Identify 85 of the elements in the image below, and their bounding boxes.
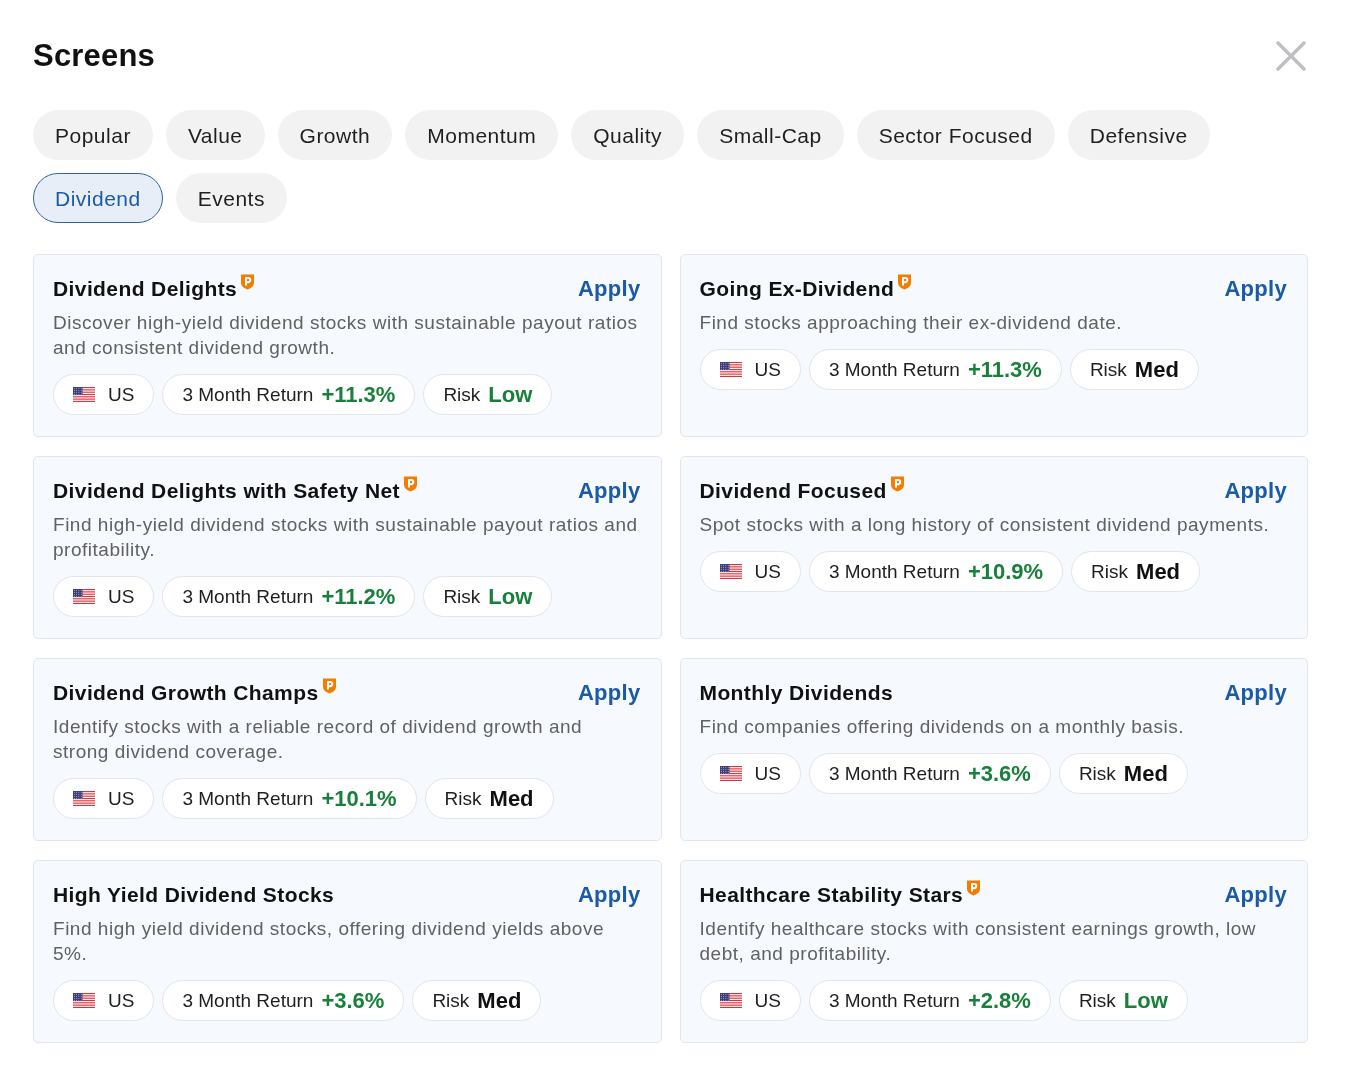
return-value: +11.2% [321, 583, 396, 610]
card-description: Spot stocks with a long history of consistent dividend payments. [699, 513, 1271, 537]
return-value: +11.3% [321, 381, 396, 408]
return-value: +2.8% [967, 987, 1031, 1014]
risk-value: Low [1123, 987, 1168, 1014]
category-tab[interactable]: Events [175, 173, 287, 223]
return-value: +3.6% [967, 760, 1031, 787]
return-label: 3 Month Return [182, 787, 314, 810]
us-flag-icon [73, 993, 95, 1008]
category-tab[interactable]: Dividend [33, 173, 163, 223]
card-title: Going Ex-Dividend [699, 276, 895, 302]
category-tab[interactable]: Momentum [405, 110, 559, 160]
region-label: US [108, 585, 135, 608]
category-tab[interactable]: Quality [571, 110, 685, 160]
return-label: 3 Month Return [828, 762, 960, 785]
region-label: US [754, 762, 781, 785]
region-label: US [108, 989, 135, 1012]
card-description: Find companies offering dividends on a monthly basis. [699, 715, 1186, 739]
card-title: Monthly Dividends [699, 680, 893, 706]
apply-button[interactable]: Apply [1224, 274, 1287, 304]
apply-button[interactable]: Apply [1224, 880, 1287, 910]
region-label: US [108, 383, 135, 406]
return-label: 3 Month Return [182, 383, 314, 406]
category-tab[interactable]: Growth [277, 110, 393, 160]
risk-value: Low [488, 583, 533, 610]
card-description: Find high yield dividend stocks, offering dividend yields above 5%. [53, 917, 605, 966]
apply-button[interactable]: Apply [577, 880, 641, 910]
us-flag-icon [73, 791, 95, 806]
region-label: US [754, 989, 781, 1012]
risk-label: Risk [443, 585, 481, 608]
return-label: 3 Month Return [828, 358, 960, 381]
risk-label: Risk [1078, 762, 1116, 785]
risk-value: Low [488, 381, 533, 408]
risk-label: Risk [443, 383, 481, 406]
card-description: Identify healthcare stocks with consistent earnings growth, low debt, and profitability. [699, 917, 1258, 966]
apply-button[interactable]: Apply [577, 274, 641, 304]
us-flag-icon [719, 362, 742, 377]
card-description: Identify stocks with a reliable record of dividend growth and strong dividend coverage. [53, 715, 584, 764]
risk-value: Med [1123, 760, 1168, 787]
us-flag-icon [73, 387, 95, 402]
card-description: Find stocks approaching their ex-dividend date. [699, 311, 1124, 335]
category-tab[interactable]: Small-Cap [697, 110, 844, 160]
us-flag-icon [73, 589, 95, 604]
risk-label: Risk [1089, 358, 1127, 381]
risk-value: Med [1134, 356, 1179, 383]
return-label: 3 Month Return [182, 989, 314, 1012]
risk-value: Med [1136, 558, 1181, 585]
us-flag-icon [719, 564, 742, 579]
return-value: +10.1% [321, 785, 397, 812]
region-label: US [754, 358, 781, 381]
region-label: US [108, 787, 135, 810]
apply-button[interactable]: Apply [1224, 476, 1287, 506]
return-value: +3.6% [321, 987, 385, 1014]
card-title: Dividend Delights [53, 276, 238, 302]
return-value: +11.3% [967, 356, 1042, 383]
region-label: US [754, 560, 781, 583]
category-tab[interactable]: Value [165, 110, 265, 160]
card-title: Dividend Focused [699, 478, 887, 504]
risk-label: Risk [1078, 989, 1116, 1012]
category-tab[interactable]: Popular [33, 110, 153, 160]
apply-button[interactable]: Apply [577, 678, 641, 708]
category-tab[interactable]: Sector Focused [856, 110, 1055, 160]
us-flag-icon [719, 993, 742, 1008]
card-title: Healthcare Stability Stars [699, 882, 964, 908]
card-title: Dividend Delights with Safety Net [53, 478, 400, 504]
apply-button[interactable]: Apply [1224, 678, 1287, 708]
risk-label: Risk [1091, 560, 1129, 583]
risk-label: Risk [444, 787, 482, 810]
us-flag-icon [719, 766, 742, 781]
risk-value: Med [477, 987, 522, 1014]
risk-value: Med [489, 785, 534, 812]
return-label: 3 Month Return [828, 989, 960, 1012]
close-button[interactable] [1275, 40, 1307, 72]
card-description: Discover high-yield dividend stocks with sustainable payout ratios and consistent dividend growth. [53, 311, 639, 360]
return-value: +10.9% [967, 558, 1044, 585]
return-label: 3 Month Return [828, 560, 960, 583]
category-tab[interactable]: Defensive [1067, 110, 1210, 160]
card-description: Find high-yield dividend stocks with sustainable payout ratios and profitability. [53, 513, 639, 562]
card-title: Dividend Growth Champs [53, 680, 319, 706]
card-title: High Yield Dividend Stocks [53, 882, 335, 908]
return-label: 3 Month Return [182, 585, 314, 608]
risk-label: Risk [432, 989, 470, 1012]
apply-button[interactable]: Apply [577, 476, 641, 506]
dialog-title: Screens [33, 38, 156, 74]
close-icon [1275, 40, 1307, 72]
